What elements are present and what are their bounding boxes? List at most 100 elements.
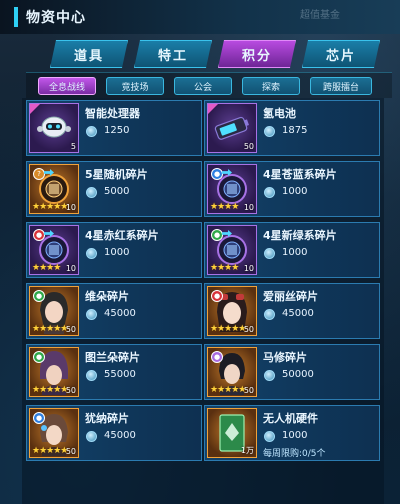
rarity-corner bbox=[208, 104, 218, 114]
weekly-limit-text: 每周限购:0/5个 bbox=[263, 449, 326, 459]
star-rating: ★★★★★ bbox=[210, 385, 246, 395]
item-price: 5000 bbox=[104, 186, 130, 197]
element-badge-icon: ● bbox=[33, 412, 45, 424]
shop-item-card[interactable]: ● ★★★★ 10 4星新绿系碎片 1000 bbox=[204, 222, 380, 278]
robot-drone-icon bbox=[37, 116, 71, 138]
points-coin-icon bbox=[86, 370, 97, 381]
item-count: 50 bbox=[65, 325, 76, 334]
item-thumbnail: 50 bbox=[207, 103, 257, 153]
item-count: 50 bbox=[243, 142, 254, 151]
item-price: 1000 bbox=[282, 247, 308, 258]
star-rating: ★★★★ bbox=[210, 263, 239, 273]
tab-jifen[interactable]: 积分 bbox=[218, 40, 296, 68]
points-coin-icon bbox=[86, 309, 97, 320]
item-name: 氢电池 bbox=[263, 107, 296, 120]
item-name: 5星随机碎片 bbox=[85, 168, 148, 181]
subtab-cross-server[interactable]: 跨服擂台 bbox=[310, 77, 372, 95]
item-name: 犹纳碎片 bbox=[85, 412, 129, 425]
subtab-holo-front[interactable]: 全息战线 bbox=[38, 77, 96, 95]
tab-xinpian[interactable]: 芯片 bbox=[302, 40, 380, 68]
item-name: 维朵碎片 bbox=[85, 290, 129, 303]
element-badge-icon: ● bbox=[211, 290, 223, 302]
item-price: 45000 bbox=[104, 430, 136, 441]
page-title: 物资中心 bbox=[26, 10, 86, 26]
item-name: 4星赤红系碎片 bbox=[85, 229, 159, 242]
star-rating: ★★★★★ bbox=[32, 202, 68, 212]
item-price: 1000 bbox=[282, 430, 308, 441]
points-coin-icon bbox=[264, 309, 275, 320]
element-badge-icon: ● bbox=[33, 351, 45, 363]
item-count: 1万 bbox=[240, 446, 254, 455]
item-thumbnail: ● ★★★★★ 50 bbox=[207, 286, 257, 336]
item-thumbnail: ● ★★★★★ 50 bbox=[29, 347, 79, 397]
points-coin-icon bbox=[264, 248, 275, 259]
watermark-text: 超值基金 bbox=[300, 10, 340, 21]
item-count: 5 bbox=[70, 142, 76, 151]
shop-item-card[interactable]: 1万 无人机硬件 1000 每周限购:0/5个 bbox=[204, 405, 380, 461]
item-price: 1000 bbox=[282, 186, 308, 197]
points-coin-icon bbox=[86, 431, 97, 442]
points-coin-icon bbox=[264, 370, 275, 381]
item-count: 10 bbox=[243, 264, 254, 273]
item-count: 10 bbox=[65, 203, 76, 212]
points-coin-icon bbox=[264, 431, 275, 442]
item-count: 50 bbox=[65, 447, 76, 456]
item-name: 爱丽丝碎片 bbox=[263, 290, 318, 303]
element-badge-icon: ● bbox=[211, 229, 223, 241]
sub-tabs: 全息战线 竞技场 公会 探索 跨服擂台 bbox=[26, 72, 392, 98]
item-count: 50 bbox=[243, 386, 254, 395]
item-count: 10 bbox=[65, 264, 76, 273]
shop-item-card[interactable]: ● ★★★★★ 50 马修碎片 50000 bbox=[204, 344, 380, 400]
item-price: 45000 bbox=[282, 308, 314, 319]
item-price: 1000 bbox=[104, 247, 130, 258]
item-count: 50 bbox=[243, 325, 254, 334]
element-badge-icon: ● bbox=[33, 290, 45, 302]
item-price: 55000 bbox=[104, 369, 136, 380]
element-badge-icon: ● bbox=[211, 168, 223, 180]
item-name: 4星新绿系碎片 bbox=[263, 229, 337, 242]
star-rating: ★★★★★ bbox=[32, 385, 68, 395]
header-accent bbox=[14, 7, 18, 27]
item-price: 50000 bbox=[282, 369, 314, 380]
item-thumbnail: ● ★★★★ 10 bbox=[207, 164, 257, 214]
element-badge-icon: ● bbox=[33, 229, 45, 241]
points-coin-icon bbox=[86, 126, 97, 137]
subtab-guild[interactable]: 公会 bbox=[174, 77, 232, 95]
subtab-arena[interactable]: 竞技场 bbox=[106, 77, 164, 95]
shop-item-card[interactable]: 5 智能处理器 1250 bbox=[26, 100, 202, 156]
battery-icon bbox=[214, 116, 250, 140]
tab-tegong[interactable]: 特工 bbox=[134, 40, 212, 68]
shop-item-card[interactable]: ? ★★★★★ 10 5星随机碎片 5000 bbox=[26, 161, 202, 217]
shop-item-grid: 5 智能处理器 1250 50 氢电池 1875 ? ★★★★★ 10 5星随机… bbox=[22, 98, 384, 504]
tab-daoju[interactable]: 道具 bbox=[50, 40, 128, 68]
item-price: 1875 bbox=[282, 125, 308, 136]
shop-item-card[interactable]: 50 氢电池 1875 bbox=[204, 100, 380, 156]
subtab-explore[interactable]: 探索 bbox=[242, 77, 300, 95]
item-name: 马修碎片 bbox=[263, 351, 307, 364]
item-name: 智能处理器 bbox=[85, 107, 140, 120]
item-name: 无人机硬件 bbox=[263, 412, 318, 425]
shop-item-card[interactable]: ● ★★★★ 10 4星苍蓝系碎片 1000 bbox=[204, 161, 380, 217]
star-rating: ★★★★ bbox=[210, 202, 239, 212]
shop-item-card[interactable]: ● ★★★★★ 50 爱丽丝碎片 45000 bbox=[204, 283, 380, 339]
item-name: 4星苍蓝系碎片 bbox=[263, 168, 337, 181]
shop-item-card[interactable]: ● ★★★★★ 50 犹纳碎片 45000 bbox=[26, 405, 202, 461]
item-thumbnail: ● ★★★★★ 50 bbox=[207, 347, 257, 397]
points-coin-icon bbox=[264, 187, 275, 198]
shop-item-card[interactable]: ● ★★★★ 10 4星赤红系碎片 1000 bbox=[26, 222, 202, 278]
star-rating: ★★★★★ bbox=[32, 446, 68, 456]
item-thumbnail: 1万 bbox=[207, 408, 257, 458]
star-rating: ★★★★ bbox=[32, 263, 61, 273]
item-thumbnail: 5 bbox=[29, 103, 79, 153]
item-price: 1250 bbox=[104, 125, 130, 136]
star-rating: ★★★★★ bbox=[210, 324, 246, 334]
item-thumbnail: ● ★★★★★ 50 bbox=[29, 408, 79, 458]
header-bar: 物资中心 超值基金 bbox=[0, 0, 400, 34]
item-price: 45000 bbox=[104, 308, 136, 319]
item-name: 图兰朵碎片 bbox=[85, 351, 140, 364]
item-thumbnail: ? ★★★★★ 10 bbox=[29, 164, 79, 214]
element-badge-icon: ? bbox=[33, 168, 45, 180]
points-coin-icon bbox=[264, 126, 275, 137]
shop-item-card[interactable]: ● ★★★★★ 50 维朵碎片 45000 bbox=[26, 283, 202, 339]
shop-item-card[interactable]: ● ★★★★★ 50 图兰朵碎片 55000 bbox=[26, 344, 202, 400]
